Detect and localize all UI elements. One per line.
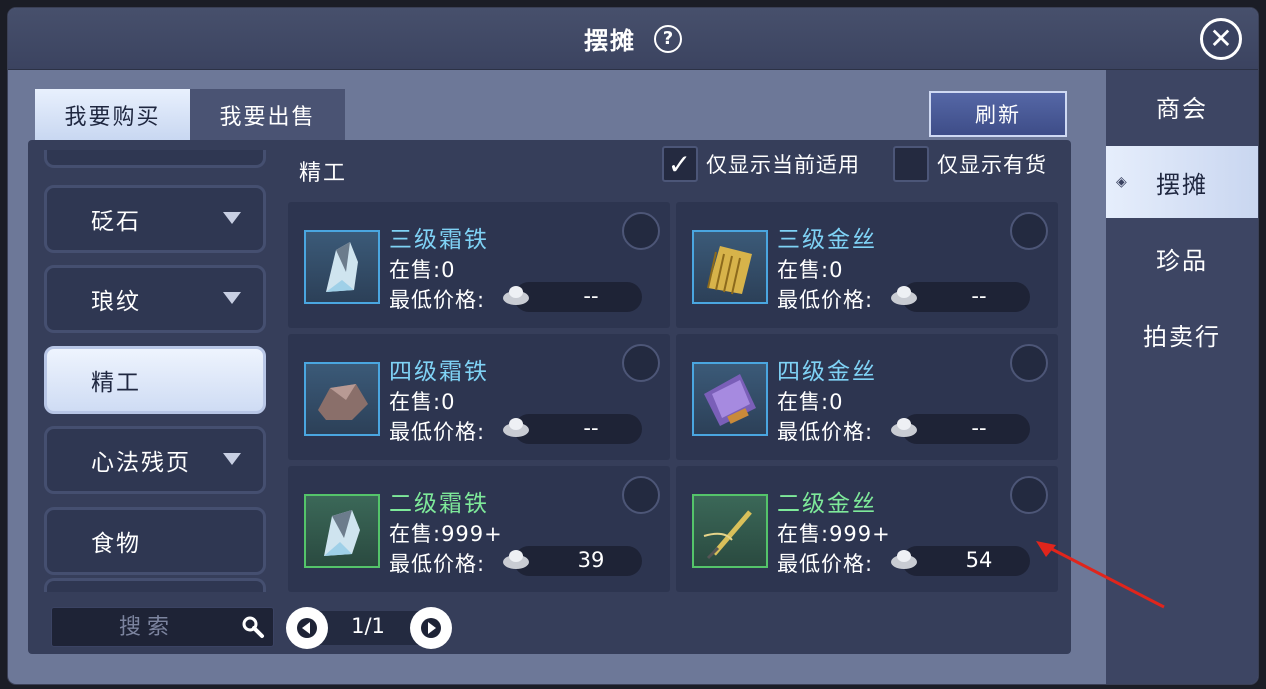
silver-ingot-icon — [891, 418, 917, 437]
search-box[interactable] — [51, 607, 274, 647]
item-price: -- — [583, 416, 599, 440]
frost-iron-icon — [304, 494, 380, 568]
close-icon: ✕ — [1209, 22, 1233, 55]
nav-item-label: 商会 — [1156, 94, 1208, 123]
item-price-label: 最低价格: — [389, 420, 486, 444]
select-circle[interactable] — [1010, 476, 1048, 514]
silver-ingot-icon — [503, 418, 529, 437]
select-circle[interactable] — [622, 476, 660, 514]
select-circle[interactable] — [622, 212, 660, 250]
item-price-label: 最低价格: — [389, 288, 486, 312]
purple-scroll-icon — [692, 362, 768, 436]
category-label: 心法残页 — [91, 450, 191, 476]
silver-ingot-icon — [891, 286, 917, 305]
next-page-button[interactable] — [410, 607, 452, 649]
page-indicator: 1/1 — [351, 614, 385, 638]
title-bar: 摆摊 ? ✕ — [8, 8, 1258, 70]
filter-label: 仅显示有货 — [937, 153, 1047, 177]
filter-current-applicable[interactable]: ✓ 仅显示当前适用 — [662, 146, 860, 182]
item-card[interactable]: 三级金丝 在售:0 最低价格: -- — [676, 202, 1058, 328]
arrow-left-icon — [297, 618, 317, 638]
item-name: 二级霜铁 — [389, 491, 489, 517]
search-input[interactable] — [52, 608, 242, 646]
item-card[interactable]: 四级霜铁 在售:0 最低价格: -- — [288, 334, 670, 460]
item-name: 二级金丝 — [777, 491, 877, 517]
close-button[interactable]: ✕ — [1200, 18, 1242, 60]
item-on-sale: 在售:999+ — [389, 522, 503, 546]
category-list-bottom-edge — [44, 578, 266, 592]
filter-label: 仅显示当前适用 — [706, 153, 860, 177]
item-name: 三级霜铁 — [389, 227, 489, 253]
select-circle[interactable] — [622, 344, 660, 382]
item-card[interactable]: 二级霜铁 在售:999+ 最低价格: 39 — [288, 466, 670, 592]
category-jinggong[interactable]: 精工 — [44, 346, 266, 414]
item-price: -- — [583, 284, 599, 308]
filter-in-stock[interactable]: 仅显示有货 — [893, 146, 1047, 182]
category-xinfa-canye[interactable]: 心法残页 — [44, 426, 266, 494]
item-card[interactable]: 四级金丝 在售:0 最低价格: -- — [676, 334, 1058, 460]
category-langwen[interactable]: 琅纹 — [44, 265, 266, 333]
item-on-sale: 在售:0 — [389, 390, 456, 414]
nav-item-stall[interactable]: ◈ 摆摊 — [1106, 146, 1258, 218]
silver-ingot-icon — [503, 286, 529, 305]
ore-icon — [304, 362, 380, 436]
tab-buy[interactable]: 我要购买 — [35, 89, 190, 141]
item-card[interactable]: 三级霜铁 在售:0 最低价格: -- — [288, 202, 670, 328]
item-name: 四级金丝 — [777, 359, 877, 385]
item-price-label: 最低价格: — [777, 288, 874, 312]
tab-sell[interactable]: 我要出售 — [190, 89, 345, 141]
item-on-sale: 在售:0 — [389, 258, 456, 282]
checkbox-unchecked[interactable] — [893, 146, 929, 182]
item-card[interactable]: 二级金丝 在售:999+ 最低价格: 54 — [676, 466, 1058, 592]
item-price-label: 最低价格: — [777, 552, 874, 576]
needle-thread-icon — [692, 494, 768, 568]
nav-item-label: 拍卖行 — [1143, 322, 1221, 351]
nav-item-guild-shop[interactable]: 商会 — [1106, 70, 1258, 142]
help-icon[interactable]: ? — [654, 24, 682, 53]
nav-item-label: 珍品 — [1156, 246, 1208, 275]
category-label: 砭石 — [91, 209, 141, 235]
nav-item-treasures[interactable]: 珍品 — [1106, 222, 1258, 294]
category-list-top-edge — [44, 150, 266, 168]
chevron-down-icon — [223, 453, 241, 465]
nav-item-label: 摆摊 — [1156, 170, 1208, 199]
item-name: 四级霜铁 — [389, 359, 489, 385]
section-title: 精工 — [299, 161, 348, 186]
item-price: 39 — [577, 548, 605, 572]
category-food[interactable]: 食物 — [44, 507, 266, 575]
chevron-down-icon — [223, 212, 241, 224]
gold-silk-icon — [692, 230, 768, 304]
checkbox-checked[interactable]: ✓ — [662, 146, 698, 182]
category-label: 食物 — [91, 531, 141, 557]
arrow-right-icon — [421, 618, 441, 638]
window-title: 摆摊 — [584, 27, 636, 55]
item-price-label: 最低价格: — [777, 420, 874, 444]
diamond-icon: ◈ — [1116, 174, 1129, 190]
category-label: 琅纹 — [91, 289, 141, 315]
item-on-sale: 在售:0 — [777, 258, 844, 282]
category-bianshi[interactable]: 砭石 — [44, 185, 266, 253]
select-circle[interactable] — [1010, 212, 1048, 250]
item-price: -- — [971, 284, 987, 308]
item-price: 54 — [965, 548, 993, 572]
silver-ingot-icon — [503, 550, 529, 569]
item-price-label: 最低价格: — [389, 552, 486, 576]
item-name: 三级金丝 — [777, 227, 877, 253]
category-label: 精工 — [91, 370, 141, 396]
nav-item-auction[interactable]: 拍卖行 — [1106, 298, 1258, 370]
item-price: -- — [971, 416, 987, 440]
select-circle[interactable] — [1010, 344, 1048, 382]
search-icon[interactable] — [241, 615, 265, 639]
frost-iron-icon — [304, 230, 380, 304]
annotation-arrow — [1036, 541, 1165, 609]
silver-ingot-icon — [891, 550, 917, 569]
refresh-button[interactable]: 刷新 — [929, 91, 1067, 137]
item-on-sale: 在售:999+ — [777, 522, 891, 546]
item-on-sale: 在售:0 — [777, 390, 844, 414]
chevron-down-icon — [223, 292, 241, 304]
